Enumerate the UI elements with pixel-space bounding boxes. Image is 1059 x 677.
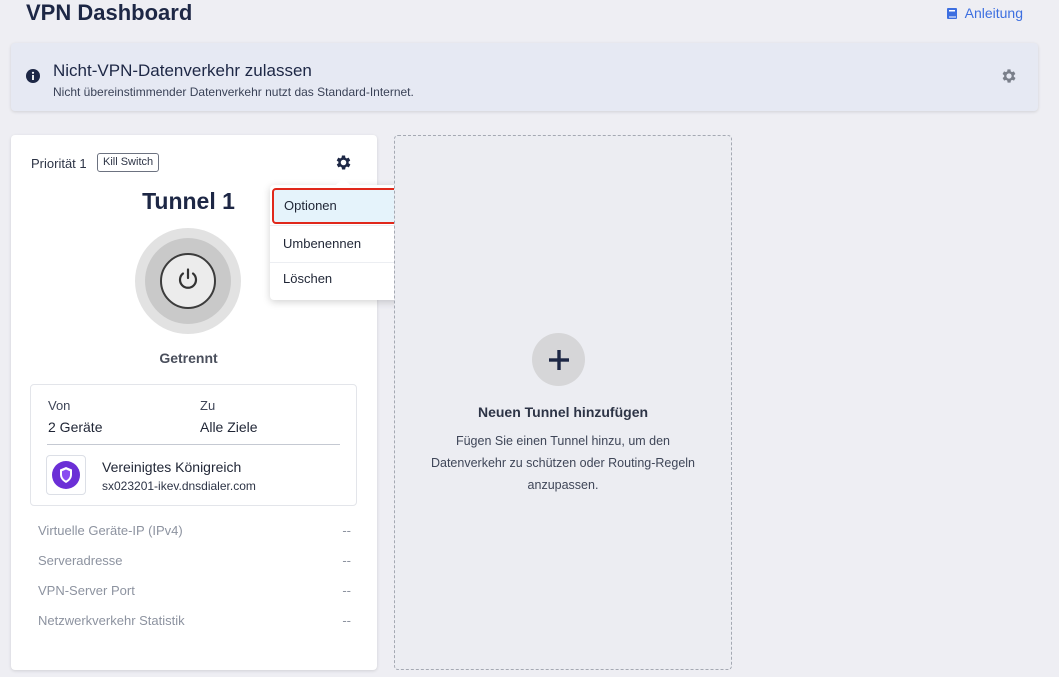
to-value: Alle Ziele [200,419,258,435]
detail-row: VPN-Server Port -- [38,583,351,598]
menu-caret [335,178,351,186]
guide-label: Anleitung [964,5,1023,21]
priority-label: Priorität 1 [31,156,87,171]
page-title: VPN Dashboard [26,0,193,25]
non-vpn-traffic-banner: Nicht-VPN-Datenverkehr zulassen Nicht üb… [11,43,1038,111]
add-tunnel-description: Fügen Sie einen Tunnel hinzu, um den Dat… [413,430,713,496]
server-country: Vereinigtes Königreich [102,459,242,475]
detail-row: Virtuelle Geräte-IP (IPv4) -- [38,523,351,538]
from-label: Von [48,398,71,413]
shield-icon [46,455,86,495]
server-host: sx023201-ikev.dnsdialer.com [102,479,256,493]
detail-value: -- [342,613,351,628]
connection-status: Getrennt [159,350,218,366]
power-ring [135,228,241,334]
plus-icon[interactable] [532,333,585,386]
from-value: 2 Geräte [48,419,103,435]
route-box: Von 2 Geräte Zu Alle Ziele Vereinigtes K… [30,384,357,506]
detail-label: VPN-Server Port [38,583,135,598]
add-tunnel-desc-line: Fügen Sie einen Tunnel hinzu, um den [455,434,671,448]
to-label: Zu [200,398,216,413]
kill-switch-badge: Kill Switch [97,153,160,172]
banner-title: Nicht-VPN-Datenverkehr zulassen [53,61,312,80]
guide-link[interactable]: Anleitung [946,5,1023,21]
add-tunnel-desc-line: anzupassen. [527,478,599,492]
power-icon [175,266,201,297]
add-tunnel-desc-line: Datenverkehr zu schützen oder Routing-Re… [430,456,696,470]
detail-value: -- [342,583,351,598]
divider [47,444,340,445]
info-icon [26,69,40,83]
detail-label: Virtuelle Geräte-IP (IPv4) [38,523,183,538]
detail-label: Netzwerkverkehr Statistik [38,613,185,628]
detail-row: Serveradresse -- [38,553,351,568]
detail-value: -- [342,523,351,538]
detail-row: Netzwerkverkehr Statistik -- [38,613,351,628]
detail-value: -- [342,553,351,568]
gear-icon[interactable] [1000,67,1018,85]
book-icon [946,7,957,19]
add-tunnel-card[interactable]: Neuen Tunnel hinzufügen Fügen Sie einen … [394,135,732,670]
detail-label: Serveradresse [38,553,123,568]
banner-subtitle: Nicht übereinstimmender Datenverkehr nut… [53,85,414,99]
power-button[interactable] [160,253,216,309]
add-tunnel-title: Neuen Tunnel hinzufügen [477,404,649,420]
gear-icon[interactable] [334,153,353,172]
